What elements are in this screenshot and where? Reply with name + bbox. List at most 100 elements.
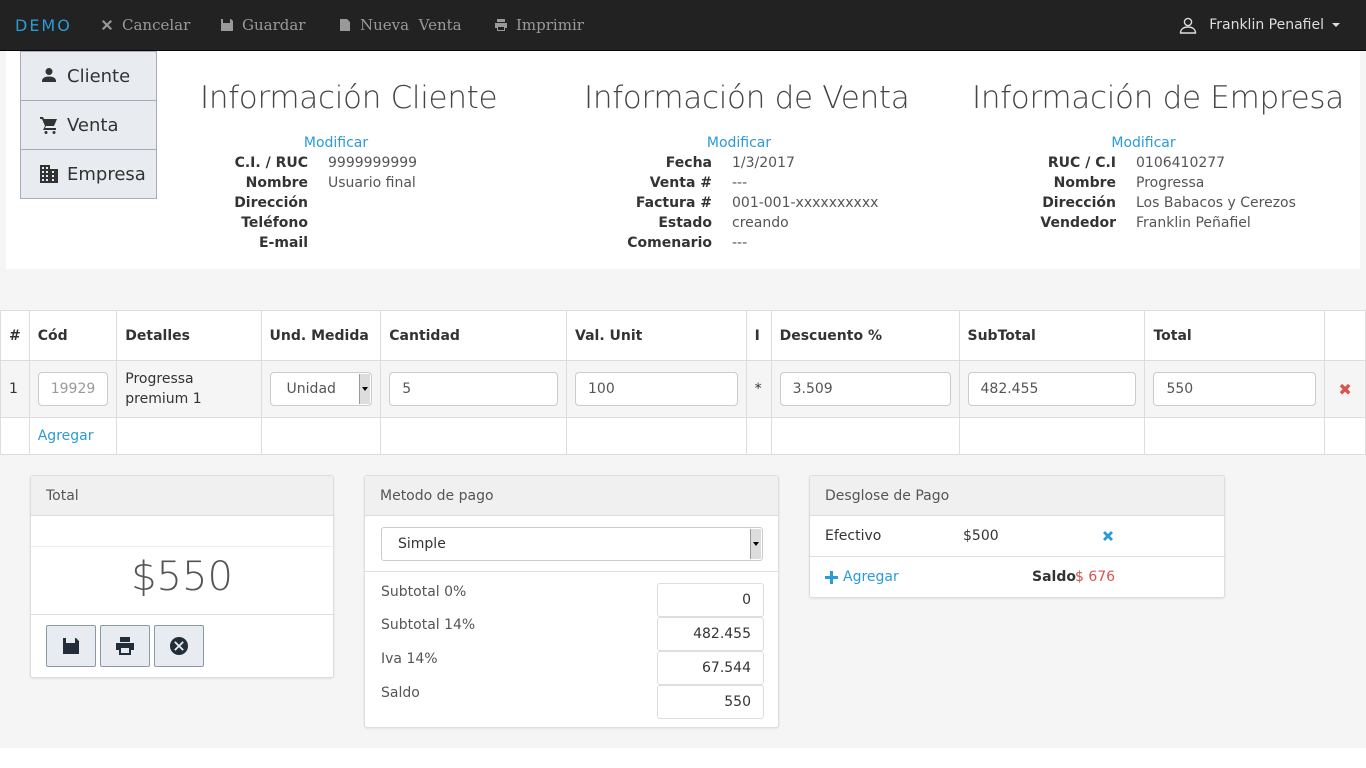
user-icon: [1180, 17, 1197, 34]
user-icon: [42, 68, 56, 82]
print-button[interactable]: [100, 625, 150, 667]
print-label: Imprimir: [516, 16, 584, 34]
payment-breakdown-title: Desglose de Pago: [810, 476, 1224, 516]
column-header: Descuento %: [770, 310, 960, 361]
unit-select[interactable]: Unidad: [269, 372, 373, 406]
sale-key: Comenario: [627, 235, 712, 251]
column-header: Cód: [28, 310, 118, 361]
sale-info-title: Información de Venta: [584, 80, 910, 116]
printer-icon: [495, 19, 507, 31]
sale-key: Venta #: [649, 175, 712, 191]
saldo-field[interactable]: 550: [657, 685, 764, 719]
company-key: RUC / C.I: [1047, 155, 1116, 171]
sale-value: 001-001-xxxxxxxxxx: [732, 195, 879, 211]
print-button[interactable]: Imprimir: [494, 16, 584, 34]
building-icon: [40, 165, 58, 183]
subtotal-14-row: Subtotal 14% 482.455: [381, 617, 764, 651]
iva-label: Iva 14%: [381, 651, 438, 667]
tab-cliente[interactable]: Cliente: [20, 51, 157, 101]
cancel-button[interactable]: [154, 625, 204, 667]
company-value: 0106410277: [1136, 155, 1226, 171]
client-value: Usuario final: [328, 175, 416, 191]
add-payment-link[interactable]: Agregar: [825, 569, 899, 585]
iva-field[interactable]: 67.544: [657, 651, 764, 685]
sale-value: ---: [732, 175, 748, 191]
client-modify-link[interactable]: Modificar: [200, 135, 472, 151]
add-item-link[interactable]: Agregar: [38, 428, 94, 444]
tab-venta-label: Venta: [67, 114, 119, 136]
tab-venta[interactable]: Venta: [20, 100, 157, 150]
file-icon: [340, 19, 350, 31]
client-info: Información Cliente Modificar C.I. / RUC…: [200, 80, 498, 253]
floppy-icon: [221, 19, 233, 31]
client-key: Teléfono: [241, 215, 308, 231]
client-key: E-mail: [258, 235, 308, 251]
sale-key: Factura #: [635, 195, 712, 211]
row-details: Progressa premium 1: [116, 360, 262, 418]
sale-key: Estado: [658, 215, 712, 231]
remove-payment-icon[interactable]: [1102, 530, 1114, 542]
add-payment-label: Agregar: [843, 569, 899, 585]
sale-info: Información de Venta Modificar Fecha 1/3/…: [584, 80, 910, 253]
cancel-button[interactable]: Cancelar: [100, 16, 190, 34]
items-table: # Cód Detalles Und. Medida Cantidad Val.…: [0, 310, 1366, 455]
company-value: Progressa: [1136, 175, 1205, 191]
new-sale-button[interactable]: Nueva Venta: [338, 16, 462, 34]
items-table-wrap: # Cód Detalles Und. Medida Cantidad Val.…: [0, 310, 1366, 455]
code-input[interactable]: 19929: [37, 372, 109, 406]
discount-input[interactable]: 3.509: [779, 372, 951, 406]
quantity-input[interactable]: 5: [389, 372, 559, 406]
close-icon: [102, 20, 112, 30]
row-number: 1: [0, 360, 30, 418]
subtotal-0-field[interactable]: 0: [657, 583, 764, 617]
iva-flag: *: [745, 360, 772, 418]
tab-empresa[interactable]: Empresa: [20, 149, 157, 199]
table-row: 1 19929 Progressa premium 1 Unidad 5 100…: [0, 360, 1366, 418]
client-details: C.I. / RUC 9999999999 Nombre Usuario final…: [200, 153, 472, 253]
unit-select-value: Unidad: [286, 381, 336, 397]
column-header: #: [0, 310, 30, 361]
user-name: Franklin Penafiel: [1209, 17, 1324, 33]
delete-row-icon[interactable]: ✖: [1324, 360, 1366, 418]
footer-strip: [0, 748, 1366, 768]
column-header: Und. Medida: [260, 310, 382, 361]
table-header: # Cód Detalles Und. Medida Cantidad Val.…: [0, 310, 1366, 361]
subtotal-0-label: Subtotal 0%: [381, 584, 467, 600]
save-button[interactable]: [46, 625, 96, 667]
payment-amount: $500: [963, 528, 999, 544]
company-info: Información de Empresa Modificar RUC / C…: [972, 80, 1344, 233]
company-value: Los Babacos y Cerezos: [1136, 195, 1296, 211]
company-modify-link[interactable]: Modificar: [972, 135, 1315, 151]
sale-value: 1/3/2017: [732, 155, 795, 171]
cart-icon: [40, 117, 57, 134]
total-amount: $550: [131, 554, 233, 600]
client-key: Nombre: [245, 175, 308, 191]
client-key: Dirección: [234, 195, 308, 211]
sale-value: ---: [732, 235, 748, 251]
brand-logo[interactable]: DEMO: [15, 16, 72, 35]
sale-details: Fecha 1/3/2017 Venta # --- Factura # 001-00…: [584, 153, 894, 253]
column-header: [1324, 310, 1366, 361]
total-panel-title: Total: [31, 476, 333, 516]
unit-value-input[interactable]: 100: [575, 372, 738, 406]
payment-method-select[interactable]: Simple: [381, 527, 763, 561]
company-info-title: Información de Empresa: [972, 80, 1344, 116]
subtotal-14-field[interactable]: 482.455: [657, 617, 764, 651]
sale-modify-link[interactable]: Modificar: [584, 135, 894, 151]
close-circle-icon: [170, 637, 188, 655]
subtotal-14-label: Subtotal 14%: [381, 617, 476, 633]
column-header: Cantidad: [380, 310, 568, 361]
total-input[interactable]: 550: [1153, 372, 1317, 406]
saldo-label: Saldo: [1032, 569, 1076, 585]
printer-icon: [116, 637, 134, 655]
add-row: Agregar: [0, 417, 1366, 455]
subtotal-input[interactable]: 482.455: [967, 372, 1137, 406]
payment-method-name: Efectivo: [825, 528, 882, 544]
user-menu[interactable]: Franklin Penafiel: [1179, 16, 1340, 34]
payment-breakdown-panel: Desglose de Pago Efectivo $500 Agregar S…: [809, 475, 1226, 598]
client-info-title: Información Cliente: [200, 80, 498, 116]
breakdown-footer: Agregar Saldo $ 676: [810, 556, 1226, 596]
save-button[interactable]: Guardar: [220, 16, 305, 34]
top-navbar: DEMO Cancelar Guardar Nueva Venta Imprim…: [0, 0, 1366, 51]
company-details: RUC / C.I 0106410277 Nombre Progressa Dire…: [972, 153, 1315, 233]
